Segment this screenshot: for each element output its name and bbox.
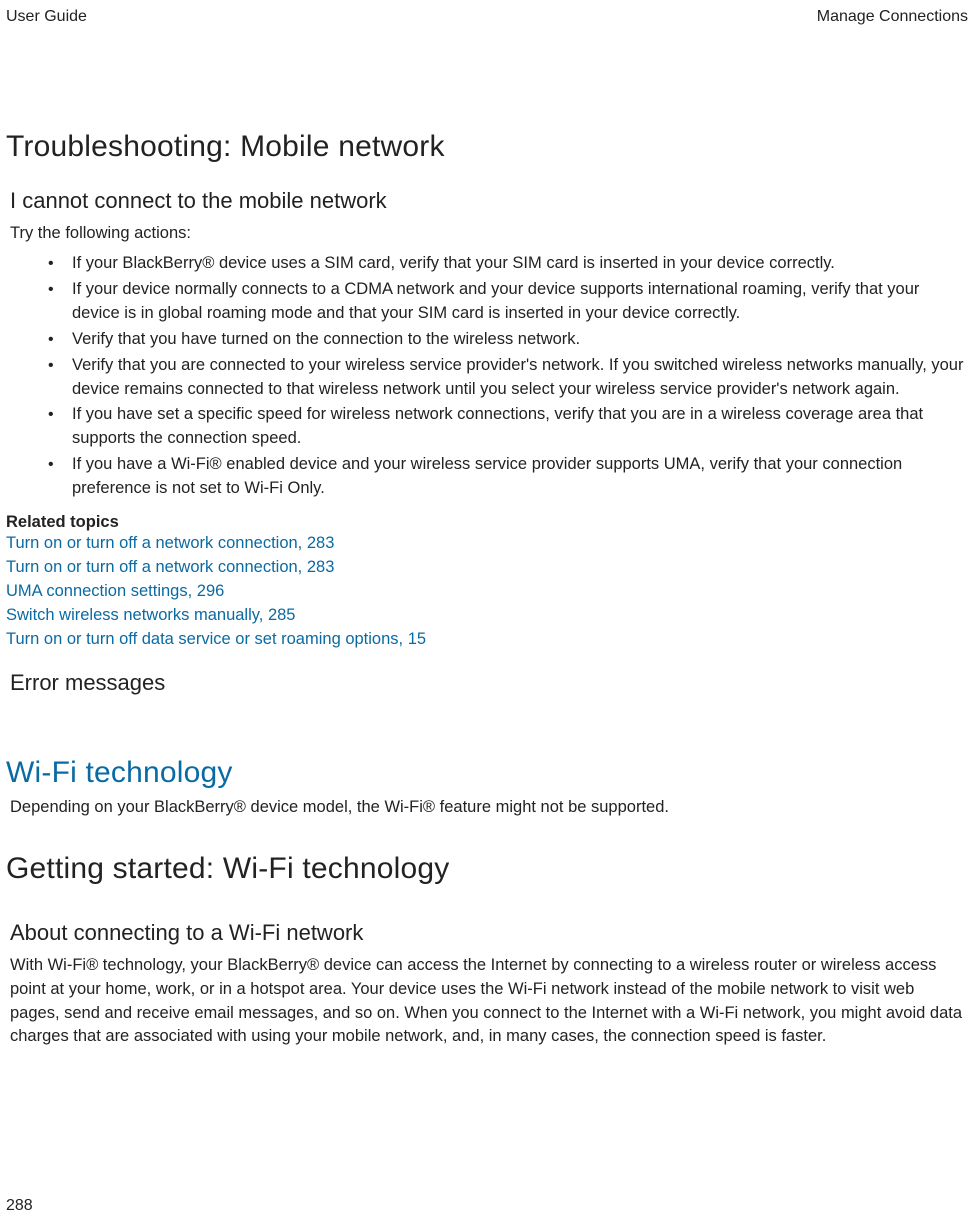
- list-item: Verify that you are connected to your wi…: [48, 354, 968, 404]
- page-number: 288: [6, 1197, 33, 1215]
- related-link[interactable]: UMA connection settings, 296: [6, 580, 968, 604]
- related-link[interactable]: Turn on or turn off a network connection…: [6, 532, 968, 556]
- related-topics-heading: Related topics: [6, 513, 968, 532]
- list-item: If your BlackBerry® device uses a SIM ca…: [48, 252, 968, 278]
- list-item: If your device normally connects to a CD…: [48, 278, 968, 328]
- subheading-error-messages: Error messages: [6, 670, 968, 696]
- about-wifi-body: With Wi-Fi® technology, your BlackBerry®…: [6, 954, 968, 1050]
- list-item: If you have set a specific speed for wir…: [48, 403, 968, 453]
- page-header: User Guide Manage Connections: [6, 8, 968, 26]
- heading-getting-started-wifi: Getting started: Wi-Fi technology: [6, 852, 968, 886]
- related-link[interactable]: Turn on or turn off a network connection…: [6, 556, 968, 580]
- subheading-cannot-connect: I cannot connect to the mobile network: [6, 188, 968, 214]
- heading-troubleshooting: Troubleshooting: Mobile network: [6, 130, 968, 164]
- wifi-intro-text: Depending on your BlackBerry® device mod…: [6, 796, 968, 820]
- heading-wifi-technology: Wi-Fi technology: [6, 756, 968, 790]
- list-item: Verify that you have turned on the conne…: [48, 328, 968, 354]
- header-right: Manage Connections: [817, 8, 968, 26]
- page-content: Troubleshooting: Mobile network I cannot…: [6, 130, 968, 1055]
- troubleshoot-list: If your BlackBerry® device uses a SIM ca…: [6, 252, 968, 503]
- header-left: User Guide: [6, 8, 87, 26]
- intro-text: Try the following actions:: [6, 222, 968, 246]
- related-link[interactable]: Switch wireless networks manually, 285: [6, 604, 968, 628]
- related-link[interactable]: Turn on or turn off data service or set …: [6, 628, 968, 652]
- subheading-about-connecting-wifi: About connecting to a Wi-Fi network: [6, 920, 968, 946]
- list-item: If you have a Wi-Fi® enabled device and …: [48, 453, 968, 503]
